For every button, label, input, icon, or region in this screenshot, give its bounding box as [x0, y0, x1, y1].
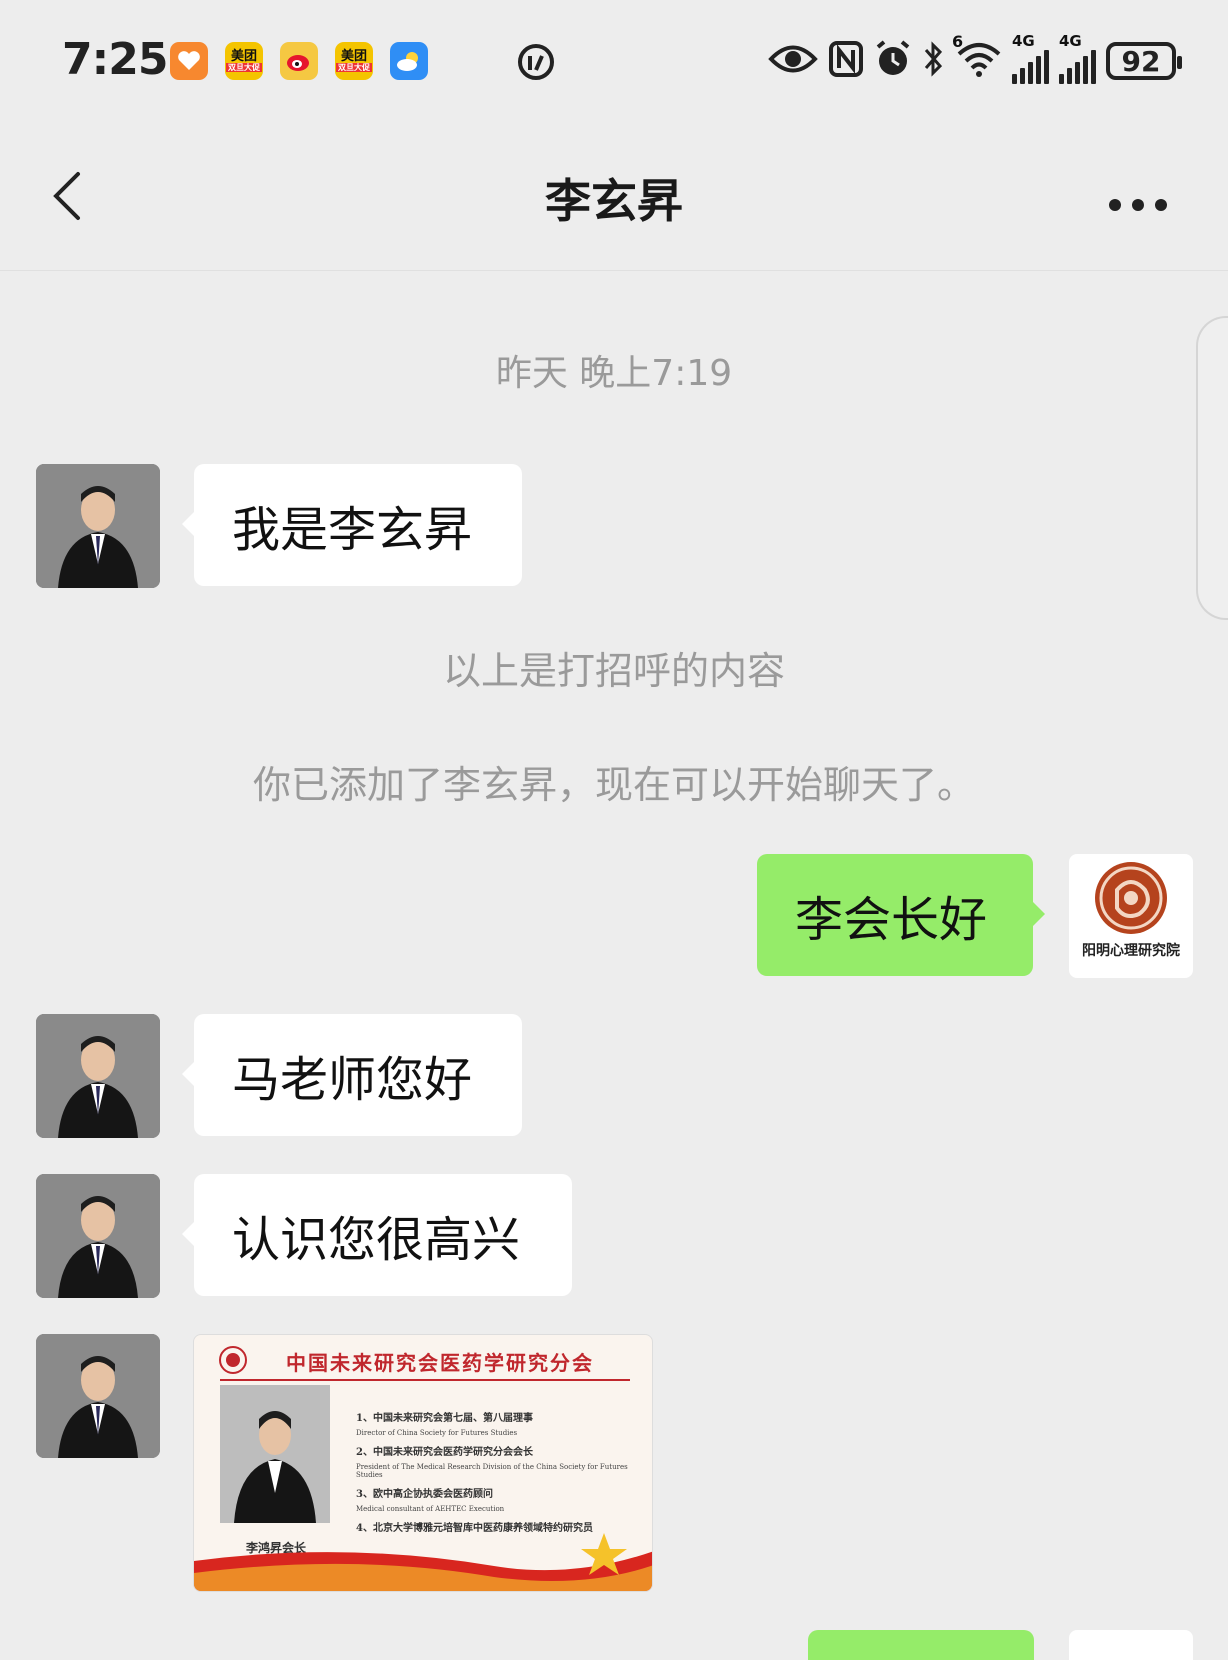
status-right: 6 4G 4G 92: [768, 32, 1182, 86]
image-message-card[interactable]: 中国未来研究会医药学研究分会 1、中国未来研究会第七届、第八届理事 Direct…: [193, 1334, 653, 1592]
cellular-signal-icon: 4G: [1059, 32, 1096, 84]
battery-icon: 92: [1106, 42, 1182, 80]
message-bubble[interactable]: 马老师您好: [182, 1014, 522, 1136]
weibo-icon: [280, 42, 318, 80]
system-message: 你已添加了李玄昇，现在可以开始聊天了。: [252, 763, 975, 807]
more-options-button[interactable]: [1108, 176, 1168, 216]
status-time: 7:25: [62, 34, 168, 85]
card-title: 中国未来研究会医药学研究分会: [286, 1351, 594, 1375]
institute-name: 阳明心理研究院: [1082, 943, 1180, 959]
self-avatar-partial[interactable]: [1069, 1630, 1193, 1660]
card-portrait: [220, 1385, 330, 1523]
self-avatar[interactable]: 阳明心理研究院: [1069, 854, 1193, 978]
message-timestamp: 昨天 晚上7:19: [495, 353, 733, 394]
card-red-wave: [194, 1533, 652, 1591]
contact-avatar[interactable]: [36, 1174, 160, 1298]
message-bubble-outgoing[interactable]: 李会长好: [757, 854, 1045, 976]
heart-app-icon: [170, 42, 208, 80]
eye-icon: [768, 42, 818, 80]
alarm-icon: [874, 39, 912, 83]
meituan-icon: 美团 双旦大促: [225, 42, 263, 80]
card-title-list: 1、中国未来研究会第七届、第八届理事 Director of China Soc…: [356, 1413, 628, 1534]
contact-avatar[interactable]: [36, 1014, 160, 1138]
status-bar: 7:25 美团 双旦大促 美团 双旦大促 6 4G 4G 92: [0, 0, 1228, 120]
wifi-icon: 6: [952, 32, 1002, 82]
chat-title: 李玄昇: [545, 174, 683, 228]
contact-avatar[interactable]: [36, 1334, 160, 1458]
nfc-icon: [828, 40, 864, 82]
cellular-signal-icon: 4G: [1012, 32, 1049, 84]
contact-avatar[interactable]: [36, 464, 160, 588]
message-bubble-outgoing-partial[interactable]: [808, 1630, 1034, 1660]
weather-icon: [390, 42, 428, 80]
more-dots-icon: [1109, 199, 1167, 211]
card-divider: [220, 1379, 630, 1381]
hd-call-icon: [516, 42, 556, 86]
meituan-icon: 美团 双旦大促: [335, 42, 373, 80]
society-emblem-icon: [219, 1346, 247, 1374]
bluetooth-icon: [922, 40, 946, 82]
message-bubble[interactable]: 我是李玄昇: [182, 464, 522, 586]
system-message: 以上是打招呼的内容: [442, 649, 785, 693]
message-bubble[interactable]: 认识您很高兴: [182, 1174, 572, 1296]
